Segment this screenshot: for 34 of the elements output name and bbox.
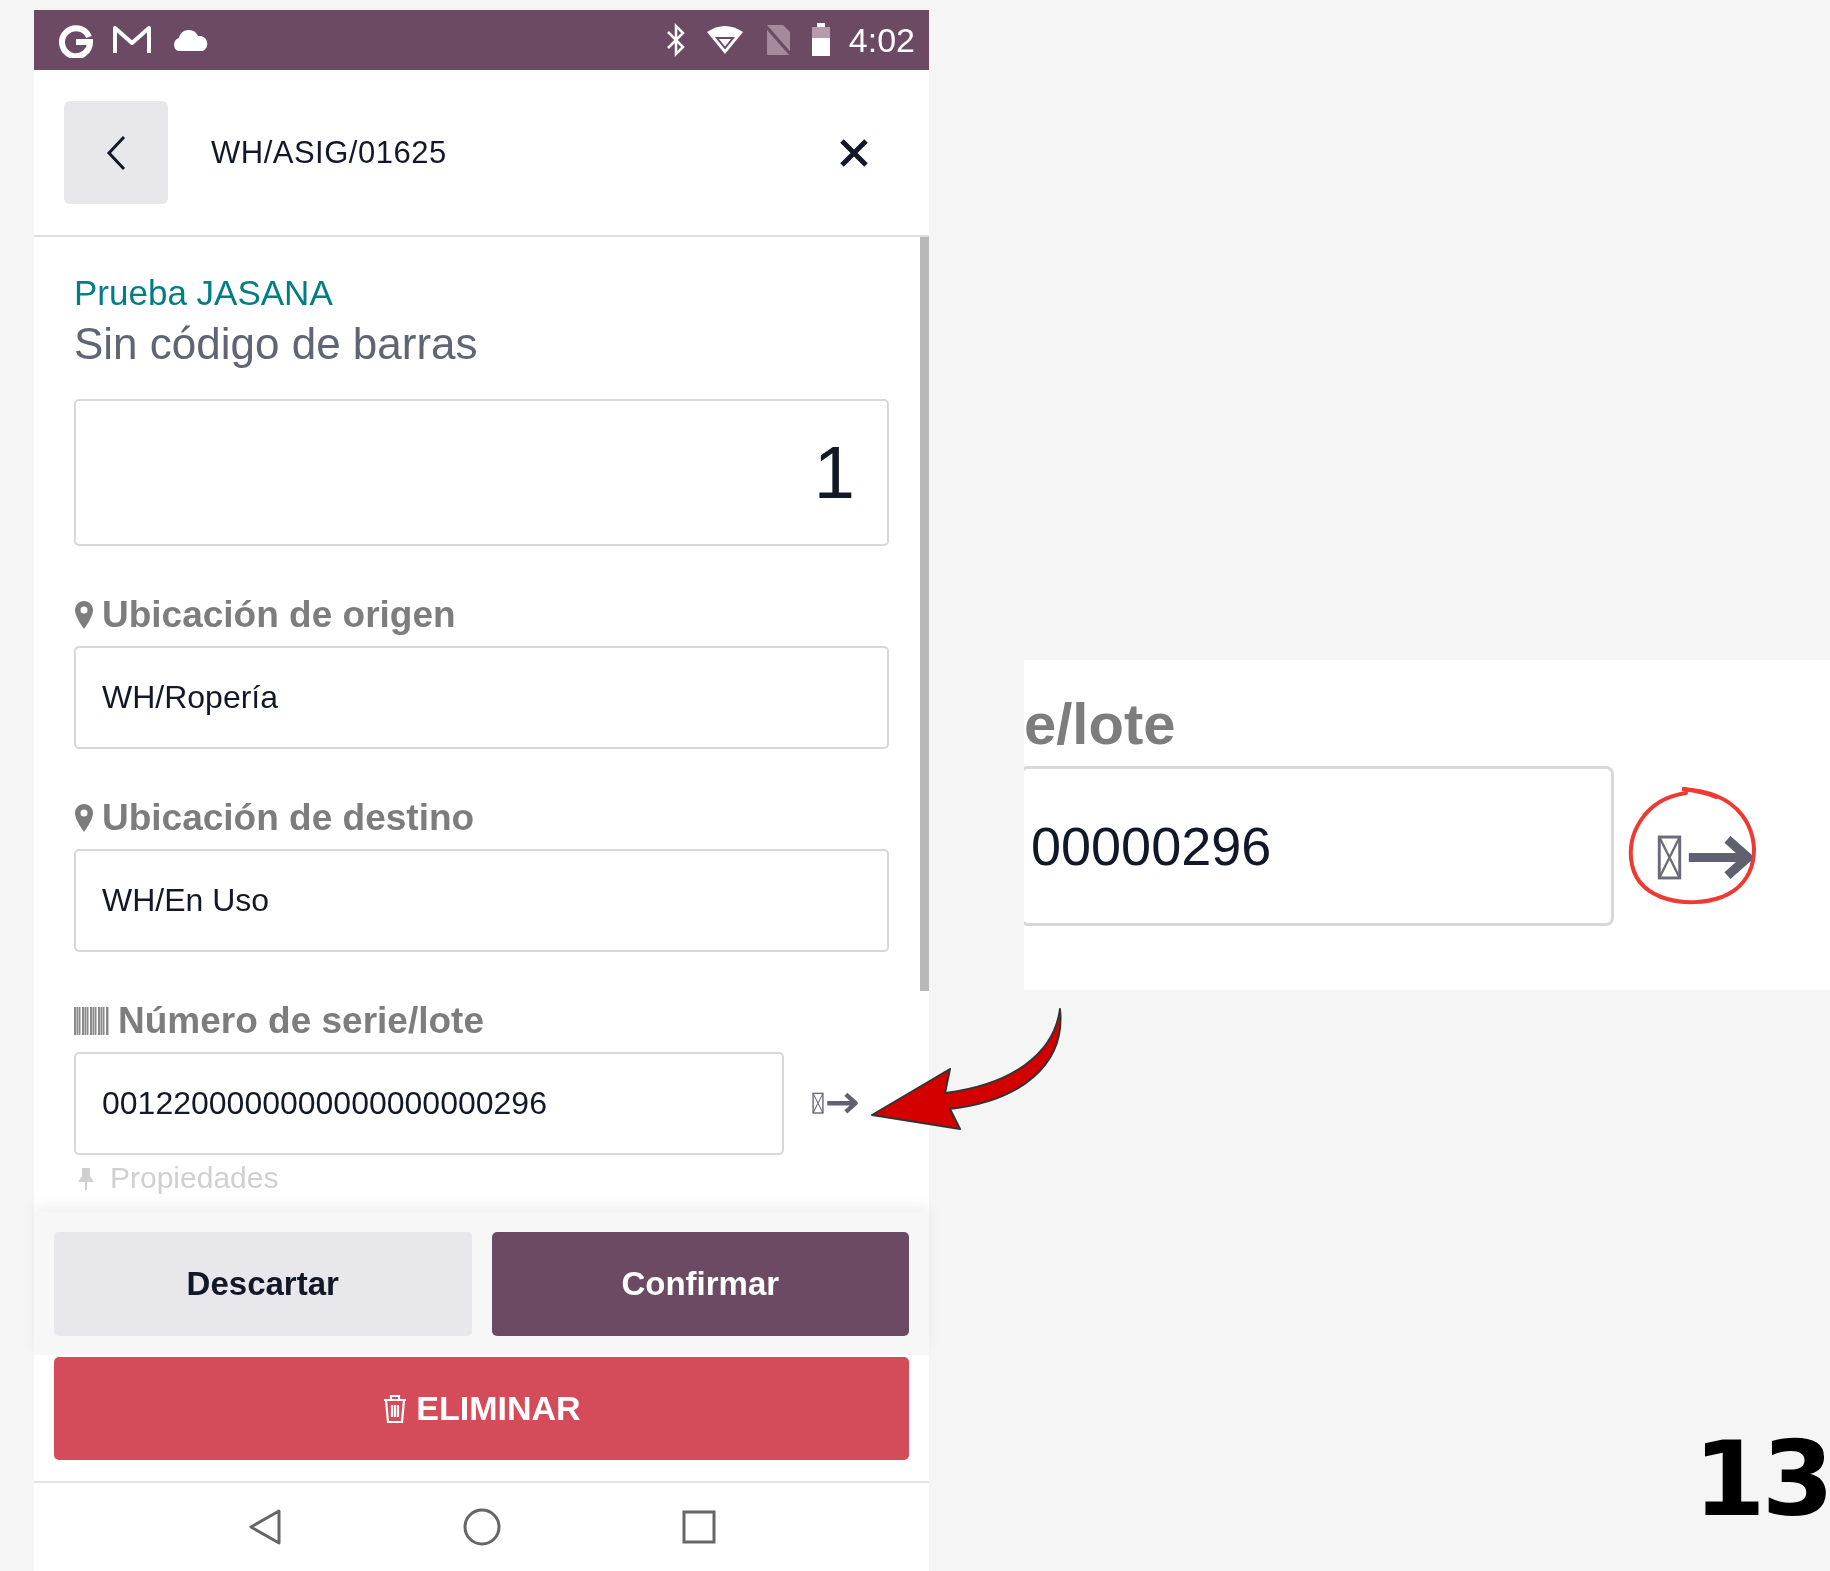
field-label: Ubicación de destino	[102, 797, 475, 839]
battery-icon	[810, 23, 831, 57]
confirm-button[interactable]: Confirmar	[491, 1232, 909, 1336]
trash-icon	[382, 1393, 409, 1424]
barcode-icon	[74, 1007, 110, 1035]
field-label: Ubicación de origen	[102, 594, 456, 636]
field-label: Número de serie/lote	[118, 1000, 484, 1042]
product-barcode-text: Sin código de barras	[74, 319, 479, 369]
quantity-field[interactable]: 1	[74, 399, 889, 546]
page-number: 13	[1693, 1418, 1830, 1540]
chevron-left-icon	[106, 134, 126, 171]
map-pin-icon	[74, 600, 94, 630]
home-nav-icon[interactable]	[461, 1507, 502, 1547]
location-field[interactable]: WH/En Uso	[74, 849, 889, 952]
close-button[interactable]	[839, 137, 869, 168]
record-title: WH/ASIG/01625	[211, 134, 448, 171]
status-time: 4:02	[848, 20, 915, 60]
back-nav-icon[interactable]	[247, 1508, 282, 1546]
bluetooth-icon	[664, 23, 687, 57]
scrollbar[interactable]	[920, 237, 929, 991]
app-notification-icon	[58, 22, 94, 58]
serial-field[interactable]: 00000296	[1024, 766, 1614, 926]
discard-button[interactable]: Descartar	[54, 1232, 472, 1336]
product-company: Prueba JASANA	[74, 273, 334, 313]
location-field[interactable]: WH/Ropería	[74, 646, 889, 749]
serial-field[interactable]: 0012200000000000000000296	[74, 1052, 784, 1155]
delete-button[interactable]: ELIMINAR	[54, 1357, 909, 1460]
map-pin-icon	[74, 803, 94, 833]
wifi-icon	[704, 24, 745, 56]
mail-icon	[112, 25, 152, 55]
field-label: e/lote	[1024, 690, 1176, 757]
recents-nav-icon[interactable]	[681, 1510, 716, 1544]
scan-button[interactable]	[812, 1090, 860, 1117]
close-icon	[839, 137, 869, 168]
